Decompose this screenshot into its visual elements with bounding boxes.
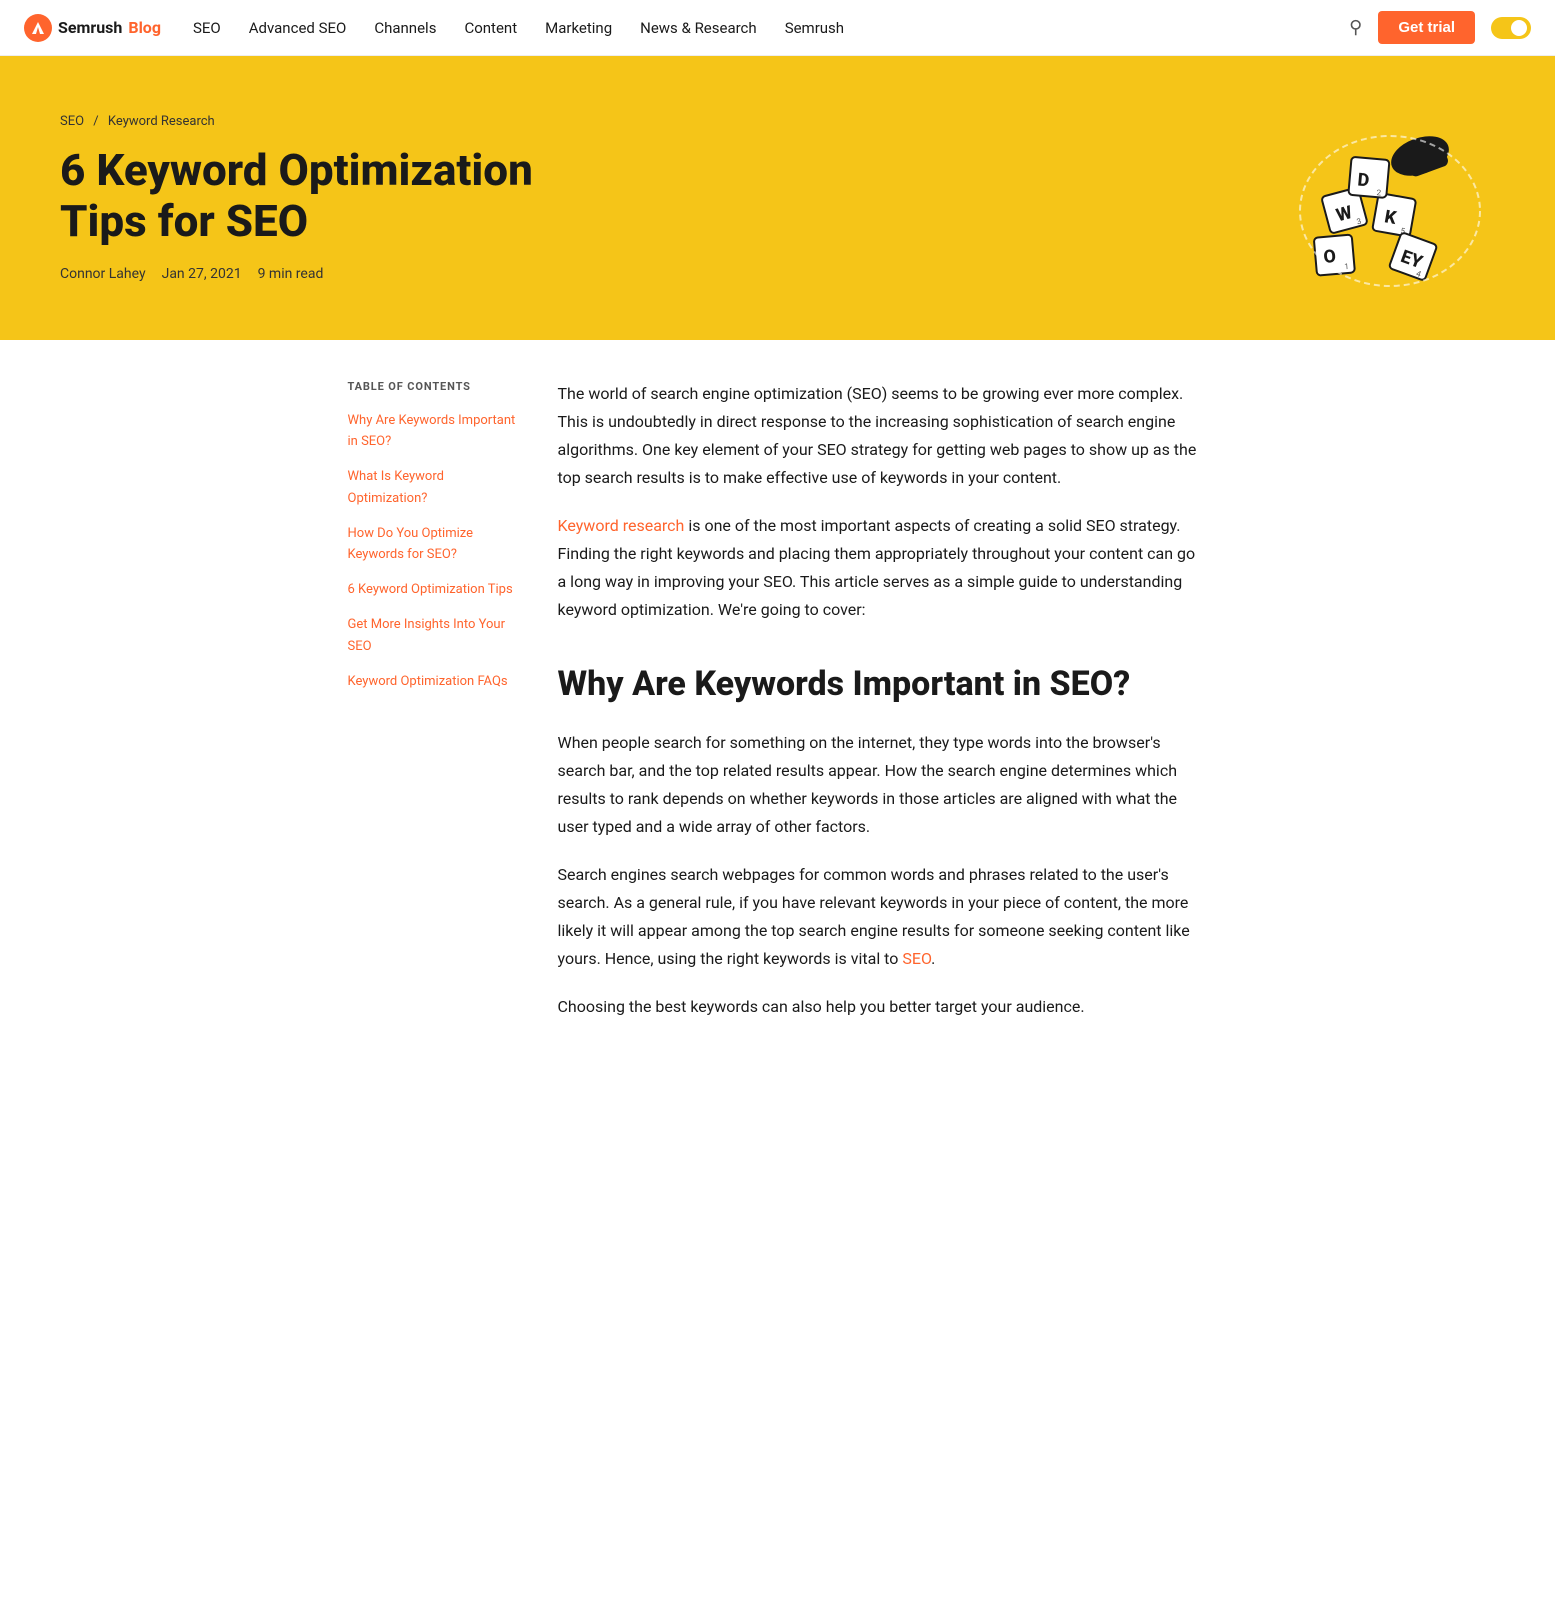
section1-p2-start: Search engines search webpages for commo… xyxy=(558,865,1190,968)
hero-section: SEO / Keyword Research 6 Keyword Optimiz… xyxy=(0,56,1555,340)
toc-link-insights[interactable]: Get More Insights Into Your SEO xyxy=(348,617,506,653)
nav-link-marketing[interactable]: Marketing xyxy=(545,19,612,37)
nav-actions: ⚲ Get trial xyxy=(1349,11,1531,44)
nav-link-news-research[interactable]: News & Research xyxy=(640,19,757,37)
svg-text:D: D xyxy=(1357,169,1370,191)
seo-link[interactable]: SEO xyxy=(902,949,931,968)
toc-item-how: How Do You Optimize Keywords for SEO? xyxy=(348,522,518,564)
breadcrumb-keyword-research[interactable]: Keyword Research xyxy=(108,114,215,129)
page-body: TABLE OF CONTENTS Why Are Keywords Impor… xyxy=(328,340,1228,1081)
section1-paragraph-3: Choosing the best keywords can also help… xyxy=(558,993,1208,1021)
toc-title: TABLE OF CONTENTS xyxy=(348,380,518,393)
section-heading-why: Why Are Keywords Important in SEO? xyxy=(558,664,1208,705)
breadcrumb-separator: / xyxy=(93,114,98,129)
toc-link-tips[interactable]: 6 Keyword Optimization Tips xyxy=(348,582,513,597)
nav-link-channels[interactable]: Channels xyxy=(374,19,436,37)
publish-date: Jan 27, 2021 xyxy=(162,266,242,282)
toc-link-how[interactable]: How Do You Optimize Keywords for SEO? xyxy=(348,526,474,562)
main-content: The world of search engine optimization … xyxy=(558,380,1208,1041)
logo-semrush-text: Semrush xyxy=(58,18,122,37)
logo-blog-text: Blog xyxy=(128,18,161,37)
nav-links: SEO Advanced SEO Channels Content Market… xyxy=(193,19,1349,37)
intro-paragraph-2: Keyword research is one of the most impo… xyxy=(558,512,1208,624)
toc-link-faqs[interactable]: Keyword Optimization FAQs xyxy=(348,674,508,689)
toc-item-why: Why Are Keywords Important in SEO? xyxy=(348,409,518,451)
semrush-logo-icon xyxy=(24,14,52,42)
breadcrumb: SEO / Keyword Research xyxy=(60,114,1235,129)
section1-p2-end: . xyxy=(931,949,935,968)
hero-illustration-svg: W 3 K 5 O 1 EY 4 D 2 xyxy=(1235,96,1495,296)
table-of-contents: TABLE OF CONTENTS Why Are Keywords Impor… xyxy=(348,380,518,1041)
toc-link-what[interactable]: What Is Keyword Optimization? xyxy=(348,469,444,505)
section1-paragraph-2: Search engines search webpages for commo… xyxy=(558,861,1208,973)
search-button[interactable]: ⚲ xyxy=(1349,17,1362,38)
intro-paragraph-1: The world of search engine optimization … xyxy=(558,380,1208,492)
nav-link-seo[interactable]: SEO xyxy=(193,19,221,37)
svg-text:1: 1 xyxy=(1344,262,1349,271)
toc-link-why[interactable]: Why Are Keywords Important in SEO? xyxy=(348,413,516,449)
article-meta: Connor Lahey Jan 27, 2021 9 min read xyxy=(60,266,1235,282)
theme-toggle[interactable] xyxy=(1491,17,1531,39)
toc-list: Why Are Keywords Important in SEO? What … xyxy=(348,409,518,691)
toc-item-what: What Is Keyword Optimization? xyxy=(348,465,518,507)
svg-text:O: O xyxy=(1323,246,1337,268)
page-title: 6 Keyword Optimization Tips for SEO xyxy=(60,145,560,246)
logo-link[interactable]: Semrush Blog xyxy=(24,14,161,42)
toc-item-faqs: Keyword Optimization FAQs xyxy=(348,670,518,691)
author: Connor Lahey xyxy=(60,266,146,282)
hero-content: SEO / Keyword Research 6 Keyword Optimiz… xyxy=(60,114,1235,282)
nav-link-advanced-seo[interactable]: Advanced SEO xyxy=(249,19,347,37)
read-time: 9 min read xyxy=(258,266,324,282)
nav-link-content[interactable]: Content xyxy=(464,19,517,37)
toc-item-insights: Get More Insights Into Your SEO xyxy=(348,613,518,655)
toc-item-tips: 6 Keyword Optimization Tips xyxy=(348,578,518,599)
section1-paragraph-1: When people search for something on the … xyxy=(558,729,1208,841)
nav-link-semrush[interactable]: Semrush xyxy=(785,19,844,37)
breadcrumb-seo[interactable]: SEO xyxy=(60,114,84,129)
keyword-research-link[interactable]: Keyword research xyxy=(558,516,685,535)
main-nav: Semrush Blog SEO Advanced SEO Channels C… xyxy=(0,0,1555,56)
hero-illustration: W 3 K 5 O 1 EY 4 D 2 xyxy=(1235,96,1495,300)
get-trial-button[interactable]: Get trial xyxy=(1378,11,1475,44)
